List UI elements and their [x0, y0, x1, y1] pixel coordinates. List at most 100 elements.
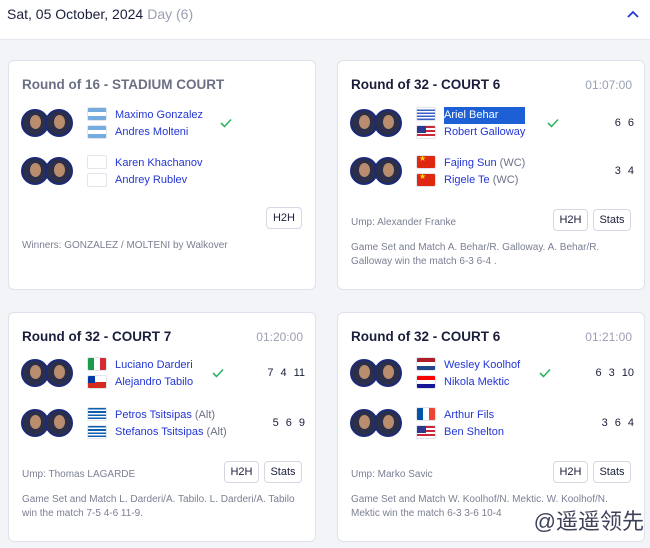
set-score: 4 — [627, 417, 634, 429]
set-score: 5 — [272, 417, 279, 429]
set-score: 3 — [608, 367, 615, 379]
player-link[interactable]: Rigele Te (WC) — [444, 172, 525, 189]
avatar — [374, 109, 402, 137]
h2h-button[interactable]: H2H — [553, 461, 588, 483]
h2h-button[interactable]: H2H — [224, 461, 259, 483]
match-duration: 01:20:00 — [256, 330, 303, 344]
team-scores: 569 — [266, 417, 305, 429]
match-duration: 01:21:00 — [585, 330, 632, 344]
team-scores: 34 — [608, 165, 634, 177]
match-card: Round of 16 - STADIUM COURT Maximo Gonza… — [8, 60, 316, 290]
player-link[interactable]: Ariel Behar — [444, 107, 526, 124]
team-avatars — [350, 409, 404, 437]
player-link[interactable]: Robert Galloway — [444, 124, 525, 141]
h2h-button[interactable]: H2H — [553, 209, 588, 231]
flag-uruguay-icon — [416, 107, 436, 121]
flag-greece-icon — [87, 425, 107, 439]
match-result-text: Game Set and Match L. Darderi/A. Tabilo.… — [22, 494, 295, 519]
day-date: Sat, 05 October, 2024 — [7, 6, 144, 22]
player-link[interactable]: Stefanos Tsitsipas (Alt) — [115, 424, 227, 441]
match-round: Round of 32 - COURT 7 — [22, 329, 172, 344]
flag-usa-icon — [416, 425, 436, 439]
flag-croatia-icon — [416, 375, 436, 389]
player-link[interactable]: Karen Khachanov — [115, 155, 202, 172]
set-score: 6 — [595, 367, 602, 379]
flag-argentina-icon — [87, 125, 107, 139]
team-avatars — [350, 359, 404, 387]
flag-greece-icon — [87, 407, 107, 421]
team-scores: 364 — [595, 417, 634, 429]
match-round: Round of 32 - COURT 6 — [351, 329, 501, 344]
player-link[interactable]: Ben Shelton — [444, 424, 504, 441]
team-row: Maximo Gonzalez Andres Molteni — [21, 107, 305, 141]
set-score: 10 — [621, 367, 634, 379]
day-header[interactable]: Sat, 05 October, 2024 Day (6) — [0, 0, 650, 40]
flag-argentina-icon — [87, 107, 107, 121]
set-score: 6 — [614, 417, 621, 429]
avatar — [45, 409, 73, 437]
flag-chile-icon — [87, 375, 107, 389]
stats-button[interactable]: Stats — [593, 209, 631, 231]
avatar — [374, 409, 402, 437]
set-score: 6 — [614, 117, 621, 129]
team-avatars — [21, 409, 75, 437]
player-link[interactable]: Andrey Rublev — [115, 172, 202, 189]
team-row: Fajing Sun (WC) Rigele Te (WC) 34 — [350, 155, 634, 189]
set-score: 4 — [280, 367, 287, 379]
chevron-up-icon[interactable] — [624, 6, 642, 24]
team-avatars — [21, 109, 75, 137]
flag-blank-icon — [87, 173, 107, 187]
player-link[interactable]: Alejandro Tabilo — [115, 374, 193, 391]
team-scores: 66 — [608, 117, 634, 129]
set-score: 6 — [627, 117, 634, 129]
set-score: 9 — [298, 417, 305, 429]
day-number: Day (6) — [147, 6, 194, 22]
h2h-button[interactable]: H2H — [266, 207, 302, 229]
team-scores: 7 4 11 — [260, 367, 305, 379]
winner-check-icon — [539, 368, 551, 378]
flag-china-icon — [416, 155, 436, 169]
avatar — [374, 359, 402, 387]
flag-italy-icon — [87, 357, 107, 371]
flag-china-icon — [416, 173, 436, 187]
player-link[interactable]: Arthur Fils — [444, 407, 504, 424]
stats-button[interactable]: Stats — [593, 461, 631, 483]
winner-check-icon — [547, 118, 559, 128]
winner-check-icon — [212, 368, 224, 378]
watermark: @遥遥领先 — [533, 509, 644, 534]
team-avatars — [350, 109, 404, 137]
player-link[interactable]: Andres Molteni — [115, 124, 203, 141]
player-link[interactable]: Fajing Sun (WC) — [444, 155, 525, 172]
team-row: Wesley Koolhof Nikola Mektic 6 3 10 — [350, 357, 634, 391]
avatar — [45, 157, 73, 185]
avatar — [374, 157, 402, 185]
day-title: Sat, 05 October, 2024 Day (6) — [7, 6, 193, 22]
team-scores: 6 3 10 — [589, 367, 635, 379]
set-score: 11 — [293, 367, 305, 379]
umpire-label: Ump: Alexander Franke — [351, 217, 457, 228]
flag-blank-icon — [87, 155, 107, 169]
player-link[interactable]: Petros Tsitsipas (Alt) — [115, 407, 227, 424]
match-duration: 01:07:00 — [585, 78, 632, 92]
set-score: 4 — [627, 165, 634, 177]
flag-netherlands-icon — [416, 357, 436, 371]
flag-france-icon — [416, 407, 436, 421]
set-score: 3 — [601, 417, 608, 429]
umpire-label: Ump: Marko Savic — [351, 469, 433, 480]
set-score: 7 — [267, 367, 274, 379]
team-avatars — [21, 359, 75, 387]
match-result-text: Winners: GONZALEZ / MOLTENI by Walkover — [22, 240, 228, 251]
team-row: Ariel Behar Robert Galloway 66 — [350, 107, 634, 141]
team-avatars — [21, 157, 75, 185]
umpire-label: Ump: Thomas LAGARDE — [22, 469, 136, 480]
player-link[interactable]: Luciano Darderi — [115, 357, 193, 374]
set-score: 6 — [285, 417, 292, 429]
stats-button[interactable]: Stats — [264, 461, 302, 483]
player-link[interactable]: Maximo Gonzalez — [115, 107, 203, 124]
avatar — [45, 359, 73, 387]
match-card: Round of 32 - COURT 6 01:07:00 Ariel Beh… — [337, 60, 645, 290]
team-row: Arthur Fils Ben Shelton 364 — [350, 407, 634, 441]
player-link[interactable]: Nikola Mektic — [444, 374, 520, 391]
set-score: 3 — [614, 165, 621, 177]
player-link[interactable]: Wesley Koolhof — [444, 357, 520, 374]
